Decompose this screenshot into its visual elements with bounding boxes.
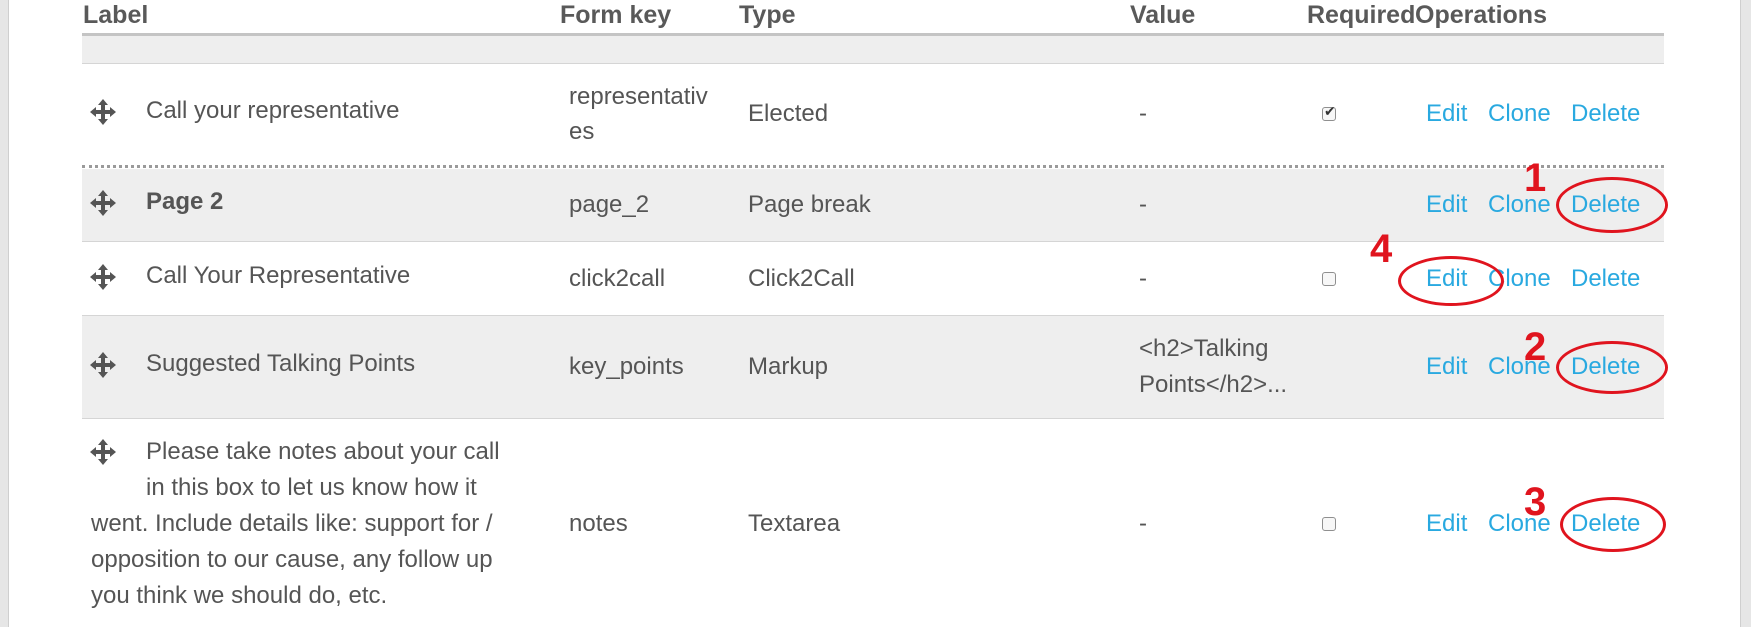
row-type: Page break [748,191,871,218]
window-frame-left [0,0,9,627]
delete-link[interactable]: Delete [1571,96,1640,132]
row-label: Page 2 [146,188,224,215]
row-label: Call your representative [146,97,400,124]
row-label-line: you think we should do, etc. [91,582,388,609]
clone-link[interactable]: Clone [1488,96,1551,132]
row-value: - [1139,100,1147,127]
edit-link[interactable]: Edit [1426,506,1467,542]
annotation-number-4: 4 [1370,227,1393,271]
row-type: Elected [748,100,829,127]
column-header-required[interactable]: Required [1307,0,1415,32]
required-checkbox[interactable] [1322,272,1336,286]
column-header-value[interactable]: Value [1130,0,1195,32]
edit-link[interactable]: Edit [1426,349,1467,385]
row-form-key: key_points [569,353,684,380]
annotation-number-3: 3 [1524,480,1547,524]
page-break-divider [82,165,1664,168]
row-value-line: <h2>Talking [1139,335,1269,362]
required-checkbox[interactable] [1322,104,1336,121]
row-label-line: opposition to our cause, any follow up [91,546,493,573]
row-value: - [1139,510,1147,537]
row-value: - [1139,265,1147,292]
annotation-circle-2 [1556,341,1668,394]
row-form-key: notes [569,510,628,537]
table-row-partial [82,36,1664,63]
row-label-line: went. Include details like: support for … [91,510,493,537]
annotation-circle-1 [1556,177,1668,233]
row-type: Markup [748,353,829,380]
row-form-key-line: es [569,118,595,145]
annotation-number-2: 2 [1524,325,1547,369]
annotation-circle-3 [1560,497,1666,552]
drag-handle-icon[interactable] [88,437,118,467]
drag-handle-icon[interactable] [88,97,118,127]
drag-handle-icon[interactable] [88,188,118,218]
column-header-form-key[interactable]: Form key [560,0,671,32]
row-form-key: page_2 [569,191,650,218]
row-type: Textarea [748,510,841,537]
annotation-number-1: 1 [1524,156,1547,200]
edit-link[interactable]: Edit [1426,96,1467,132]
row-value: - [1139,191,1147,218]
drag-handle-icon[interactable] [88,262,118,292]
column-header-type[interactable]: Type [739,0,796,32]
drag-handle-icon[interactable] [88,350,118,380]
annotation-circle-4 [1398,256,1504,306]
column-header-operations: Operations [1415,1,1547,29]
row-label-line: in this box to let us know how it [146,474,477,501]
row-form-key: click2call [569,265,666,292]
row-value-line: Points</h2>... [1139,371,1288,398]
window-frame-right [1740,0,1751,627]
column-header-label[interactable]: Label [83,0,148,32]
row-label: Suggested Talking Points [146,350,416,377]
required-checkbox[interactable] [1322,517,1336,531]
row-type: Click2Call [748,265,855,292]
row-label: Call Your Representative [146,262,411,289]
row-label-line: Please take notes about your call [146,438,500,465]
delete-link[interactable]: Delete [1571,261,1640,297]
row-form-key-line: representativ [569,83,708,110]
edit-link[interactable]: Edit [1426,187,1467,223]
